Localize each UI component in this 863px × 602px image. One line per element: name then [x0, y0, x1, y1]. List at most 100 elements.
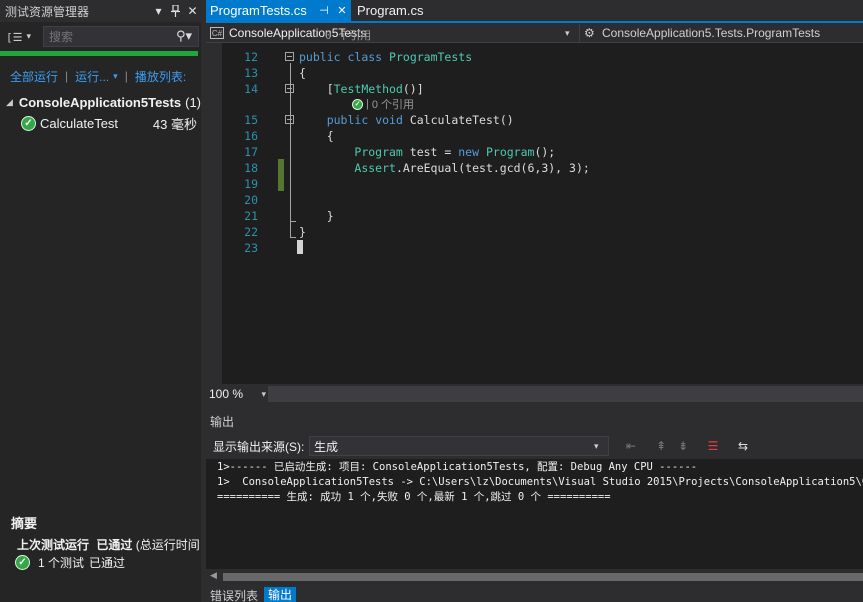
- code-line: 13 {: [222, 65, 863, 81]
- toggle-word-wrap-icon[interactable]: ⇆: [733, 437, 753, 455]
- scrollbar-thumb[interactable]: [223, 573, 863, 581]
- test-explorer-panel: [0, 0, 201, 602]
- run-links: 全部运行 | 运行... ▾ | 播放列表:: [10, 68, 200, 84]
- dropdown-arrow-icon[interactable]: ▾: [150, 2, 167, 20]
- output-source-value: 生成: [314, 439, 339, 454]
- output-line: 1>------ 已启动生成: 项目: ConsoleApplication5T…: [217, 461, 698, 473]
- project-name: ConsoleApplication5Tests: [18, 94, 182, 110]
- test-passed-icon: ✓: [352, 98, 363, 110]
- code-text: [TestMethod()]: [299, 82, 424, 96]
- search-input[interactable]: [44, 29, 170, 44]
- run-all-link[interactable]: 全部运行: [10, 68, 58, 84]
- line-number: 20: [244, 193, 258, 207]
- code-line: 12 public class ProgramTests: [222, 49, 863, 65]
- line-number: 16: [244, 129, 258, 143]
- summary-last-run: 上次测试运行 已通过 (总运行时间: [17, 536, 199, 553]
- line-number: 14: [244, 82, 258, 96]
- tab-label: ProgramTests.cs: [210, 3, 307, 18]
- code-text: {: [299, 129, 334, 143]
- code-text: public class ProgramTests: [299, 50, 473, 64]
- code-line: 17 Program test = new Program();: [222, 144, 863, 160]
- bottom-tab-strip: [206, 587, 863, 602]
- tab-output[interactable]: 输出: [264, 587, 297, 602]
- separator: |: [65, 69, 69, 83]
- search-icon[interactable]: ⚲▾: [170, 29, 198, 44]
- last-run-label: 上次测试运行: [17, 538, 90, 552]
- group-by-button[interactable]: [☰ ▾: [0, 26, 42, 48]
- tab-error-list[interactable]: 错误列表: [208, 588, 260, 602]
- test-passed-icon: ✓: [15, 554, 30, 570]
- code-line: 15 public void CalculateTest(): [222, 112, 863, 128]
- run-dropdown-icon[interactable]: ▾: [113, 71, 118, 82]
- code-text: {: [299, 66, 306, 80]
- code-text: Assert.AreEqual(test.gcd(6,3), 3);: [354, 161, 590, 175]
- code-line: 0 个引用: [222, 29, 863, 44]
- last-run-result-link[interactable]: 已通过: [96, 538, 132, 552]
- project-count: (1): [185, 94, 201, 110]
- code-line: 14 [TestMethod()]: [222, 81, 863, 97]
- outline-guide: [290, 237, 296, 238]
- expand-triangle-icon[interactable]: ◢: [6, 97, 14, 108]
- tab-programtests-cs[interactable]: ProgramTests.cs ⊣ ✕: [206, 0, 351, 21]
- pin-tab-icon[interactable]: ⊣: [315, 4, 333, 17]
- last-run-extra: (总运行时间: [135, 538, 199, 552]
- line-number: 18: [244, 161, 258, 175]
- line-number: 19: [244, 177, 258, 191]
- chevron-down-icon: ▾: [594, 440, 599, 451]
- output-title: 输出: [210, 414, 235, 429]
- line-number: 15: [244, 113, 258, 127]
- output-source-label: 显示输出来源(S):: [213, 440, 305, 454]
- close-icon[interactable]: ✕: [184, 2, 201, 20]
- goto-previous-icon[interactable]: ⇤: [621, 437, 641, 455]
- separator: |: [124, 69, 128, 83]
- run-link[interactable]: 运行...: [75, 68, 109, 84]
- code-line: 18 Assert.AreEqual(test.gcd(6,3), 3);: [222, 160, 863, 176]
- output-horizontal-scrollbar[interactable]: ◀: [206, 570, 863, 584]
- code-line: 16 {: [222, 128, 863, 144]
- editor-horizontal-scrollbar[interactable]: [268, 386, 863, 402]
- line-number: 13: [244, 66, 258, 80]
- test-tree-item[interactable]: ✓ CalculateTest 43 毫秒: [0, 113, 201, 133]
- outline-guide: [290, 221, 296, 222]
- scroll-left-icon[interactable]: ◀: [210, 571, 217, 581]
- collapse-outline-icon[interactable]: [285, 52, 294, 61]
- tab-program-cs[interactable]: Program.cs: [352, 0, 432, 21]
- changed-lines-marker: [278, 159, 284, 191]
- test-explorer-title: 测试资源管理器: [5, 4, 90, 19]
- test-name: CalculateTest: [40, 115, 119, 131]
- code-text: Program test = new Program();: [354, 145, 556, 159]
- test-progress-bar: [0, 51, 198, 56]
- codelens-references[interactable]: 0 个引用: [372, 96, 414, 112]
- line-number: 12: [244, 50, 258, 64]
- codelens[interactable]: ✓ | 0 个引用: [352, 97, 414, 111]
- code-text: }: [299, 209, 334, 223]
- outline-guide: [290, 128, 291, 222]
- zoom-dropdown[interactable]: 100 % ▾: [206, 385, 266, 403]
- code-line: 22}: [222, 224, 863, 240]
- line-number: 23: [244, 241, 258, 255]
- output-panel-header: 输出: [206, 410, 863, 432]
- output-line: ========== 生成: 成功 1 个,失败 0 个,最新 1 个,跳过 0…: [217, 491, 611, 503]
- line-number: 21: [244, 209, 258, 223]
- code-line: 20: [222, 192, 863, 208]
- code-text: }: [299, 225, 306, 239]
- search-box[interactable]: ⚲▾: [43, 26, 199, 47]
- pin-icon[interactable]: [167, 2, 184, 20]
- chevron-down-icon: ▾: [26, 32, 32, 42]
- test-tree-project-node[interactable]: ◢ ConsoleApplication5Tests (1): [0, 92, 201, 112]
- output-line: 1> ConsoleApplication5Tests -> C:\Users\…: [217, 476, 863, 488]
- test-explorer-titlebar: 测试资源管理器 ▾ ✕: [0, 0, 201, 22]
- playlist-link[interactable]: 播放列表:: [135, 68, 186, 84]
- summary-count: ✓ 1 个测试 已通过: [15, 553, 200, 571]
- summary-count-text: 1 个测试: [38, 555, 85, 570]
- close-tab-icon[interactable]: ✕: [333, 4, 351, 17]
- clear-all-icon[interactable]: ☰: [703, 437, 723, 455]
- tab-label: Program.cs: [357, 3, 424, 18]
- goto-next-icon[interactable]: ⇞: [651, 437, 671, 455]
- code-line: 21 }: [222, 208, 863, 224]
- output-source-select[interactable]: 生成 ▾: [309, 436, 609, 456]
- summary-count-result: 已通过: [89, 555, 126, 570]
- zoom-level: 100 %: [209, 387, 244, 401]
- test-passed-icon: ✓: [21, 115, 36, 131]
- find-message-icon[interactable]: ⇟: [673, 437, 693, 455]
